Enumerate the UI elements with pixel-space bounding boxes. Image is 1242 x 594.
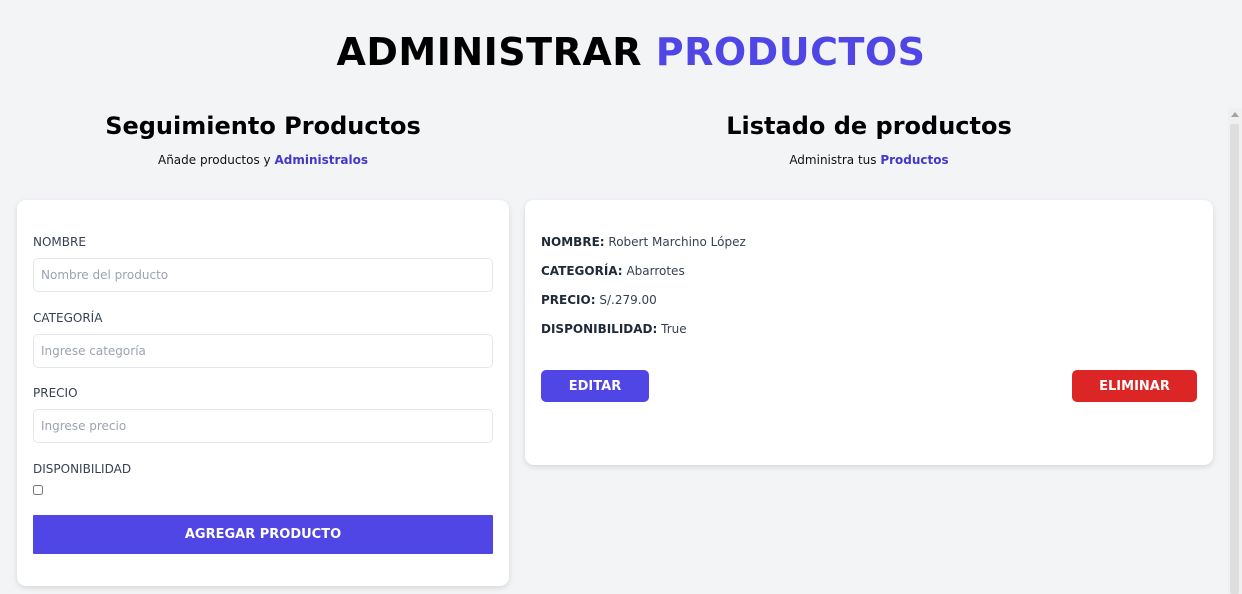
form-section-header: Seguimiento Productos Añade productos y … xyxy=(17,112,509,167)
page-title-accent: PRODUCTOS xyxy=(655,30,926,74)
page-title: ADMINISTRAR PRODUCTOS xyxy=(0,30,1242,74)
availability-checkbox[interactable] xyxy=(33,485,43,495)
form-section-subtitle-text: Añade productos y xyxy=(157,153,271,167)
list-section-subtitle-text: Administra tus xyxy=(789,153,877,167)
product-name-row: NOMBRE: Robert Marchino López xyxy=(541,235,746,249)
price-input[interactable] xyxy=(33,409,493,443)
list-section-heading: Listado de productos xyxy=(726,112,1012,140)
product-category-key: CATEGORÍA: xyxy=(541,264,623,278)
product-availability-value: True xyxy=(661,322,687,336)
availability-label: Disponibilidad xyxy=(33,462,132,476)
category-label: Categoría xyxy=(33,311,103,325)
form-section-subtitle-accent: Administralos xyxy=(274,153,369,167)
product-category-row: CATEGORÍA: Abarrotes xyxy=(541,264,685,278)
page: ADMINISTRAR PRODUCTOS Seguimiento Produc… xyxy=(0,0,1242,594)
product-form: Nombre Categoría Precio Disponibilidad A… xyxy=(17,200,509,586)
price-label: Precio xyxy=(33,386,78,400)
form-section-subtitle: Añade productos y Administralos xyxy=(17,153,509,167)
category-input[interactable] xyxy=(33,334,493,368)
product-card: NOMBRE: Robert Marchino López CATEGORÍA:… xyxy=(525,200,1213,465)
edit-button[interactable]: Editar xyxy=(541,370,649,402)
product-name-value: Robert Marchino López xyxy=(608,235,746,249)
product-price-row: PRECIO: S/.279.00 xyxy=(541,293,657,307)
scrollbar-thumb[interactable] xyxy=(1230,124,1239,594)
delete-button[interactable]: Eliminar xyxy=(1072,370,1197,402)
product-availability-key: DISPONIBILIDAD: xyxy=(541,322,658,336)
name-input[interactable] xyxy=(33,258,493,292)
form-section-heading: Seguimiento Productos xyxy=(105,112,421,140)
product-price-key: PRECIO: xyxy=(541,293,596,307)
product-name-key: NOMBRE: xyxy=(541,235,605,249)
list-section-subtitle-accent: Productos xyxy=(880,153,949,167)
add-product-button[interactable]: Agregar Producto xyxy=(33,515,493,554)
list-section-subtitle: Administra tus Productos xyxy=(525,153,1213,167)
page-title-main: ADMINISTRAR xyxy=(336,30,643,74)
name-label: Nombre xyxy=(33,235,86,249)
product-price-value: S/.279.00 xyxy=(599,293,657,307)
scrollbar[interactable] xyxy=(1228,108,1242,594)
product-category-value: Abarrotes xyxy=(626,264,685,278)
list-section-header: Listado de productos Administra tus Prod… xyxy=(525,112,1213,167)
product-availability-row: DISPONIBILIDAD: True xyxy=(541,322,687,336)
scroll-up-arrow-icon[interactable] xyxy=(1231,112,1239,117)
